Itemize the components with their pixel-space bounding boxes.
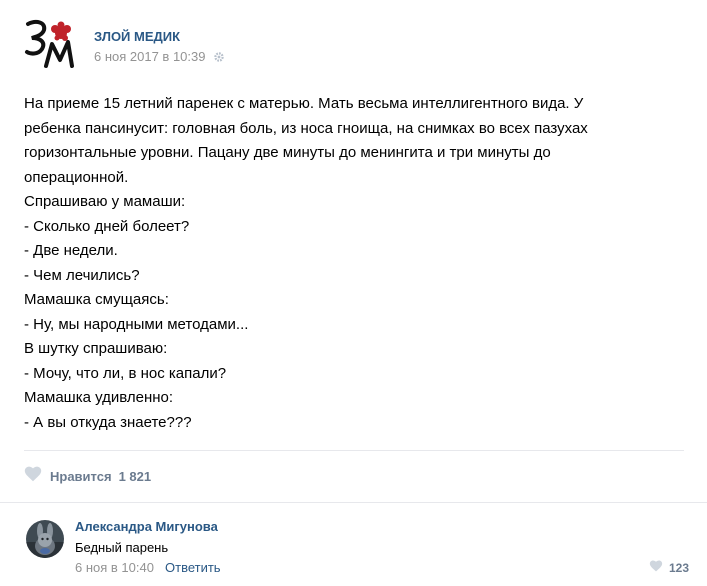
post-text-line: - Чем лечились?	[24, 266, 140, 284]
post-text-line: - Ну, мы народными методами...	[24, 315, 249, 333]
heart-icon	[649, 559, 663, 577]
post-text-line: На приеме 15 летний паренек с матерью. М…	[24, 95, 584, 112]
post-text-line: - А вы откуда знаете???	[24, 413, 192, 431]
comment-date[interactable]: 6 ноя в 10:40	[75, 560, 154, 575]
avatar[interactable]	[26, 520, 64, 558]
post-text-line: Спрашиваю у мамаши:	[24, 193, 186, 210]
reply-button[interactable]: Ответить	[165, 560, 221, 575]
heart-icon	[24, 466, 42, 487]
post-text-line: Мамашка удивленно:	[24, 389, 174, 406]
comment-text: Бедный парень	[75, 540, 169, 555]
post-text-line: горизонтальные уровни. Пацану две минуты…	[24, 144, 551, 161]
like-label: Нравится	[50, 468, 112, 484]
zm-logo-icon[interactable]	[24, 18, 76, 70]
comment-like-count: 123	[668, 561, 689, 575]
post-divider	[24, 450, 684, 451]
comment-author-name[interactable]: Александра Мигунова	[75, 519, 218, 534]
post-text-line: - Мочу, что ли, в нос капали?	[24, 364, 227, 382]
comment-like-button[interactable]: 123	[649, 559, 689, 577]
post-author-name[interactable]: ЗЛОЙ МЕДИК	[94, 29, 180, 44]
post-date[interactable]: 6 ноя 2017 в 10:39	[94, 49, 225, 66]
post-text-line: - Сколько дней болеет?	[24, 217, 190, 235]
wall-post: ЗЛОЙ МЕДИК 6 ноя 2017 в 10:39 На приеме …	[0, 0, 707, 586]
like-button[interactable]: Нравится 1 821	[24, 465, 151, 487]
comments-divider	[0, 502, 707, 503]
post-text-line: ребенка пансинусит: головная боль, из но…	[24, 119, 588, 137]
post-text: На приеме 15 летний паренек с матерью. М…	[24, 92, 684, 435]
post-text-line: операционной.	[24, 168, 129, 186]
post-text-line: - Две недели.	[24, 242, 118, 259]
comment: Александра Мигунова Бедный парень 6 ноя …	[26, 518, 690, 582]
post-text-line: В шутку спрашиваю:	[24, 340, 168, 357]
gear-icon[interactable]	[213, 51, 225, 66]
like-count: 1 821	[118, 468, 152, 484]
post-date-text[interactable]: 6 ноя 2017 в 10:39	[94, 49, 205, 64]
post-text-line: Мамашка смущаясь:	[24, 291, 169, 308]
